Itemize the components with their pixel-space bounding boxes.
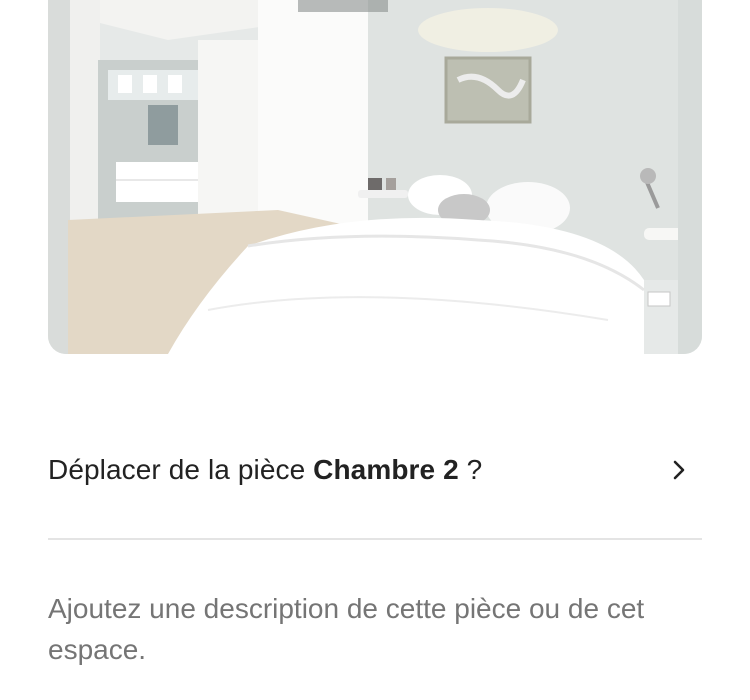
chevron-right-icon: [673, 460, 685, 480]
divider: [48, 538, 702, 540]
room-photo[interactable]: [48, 0, 702, 354]
description-field[interactable]: [48, 588, 702, 670]
bedroom-photo-image: [48, 0, 702, 354]
move-room-label: Déplacer de la pièce Chambre 2 ?: [48, 454, 482, 486]
move-room-row[interactable]: Déplacer de la pièce Chambre 2 ?: [48, 440, 702, 500]
move-room-name: Chambre 2: [313, 454, 459, 485]
move-room-prefix: Déplacer de la pièce: [48, 454, 314, 485]
move-room-suffix: ?: [458, 454, 483, 485]
